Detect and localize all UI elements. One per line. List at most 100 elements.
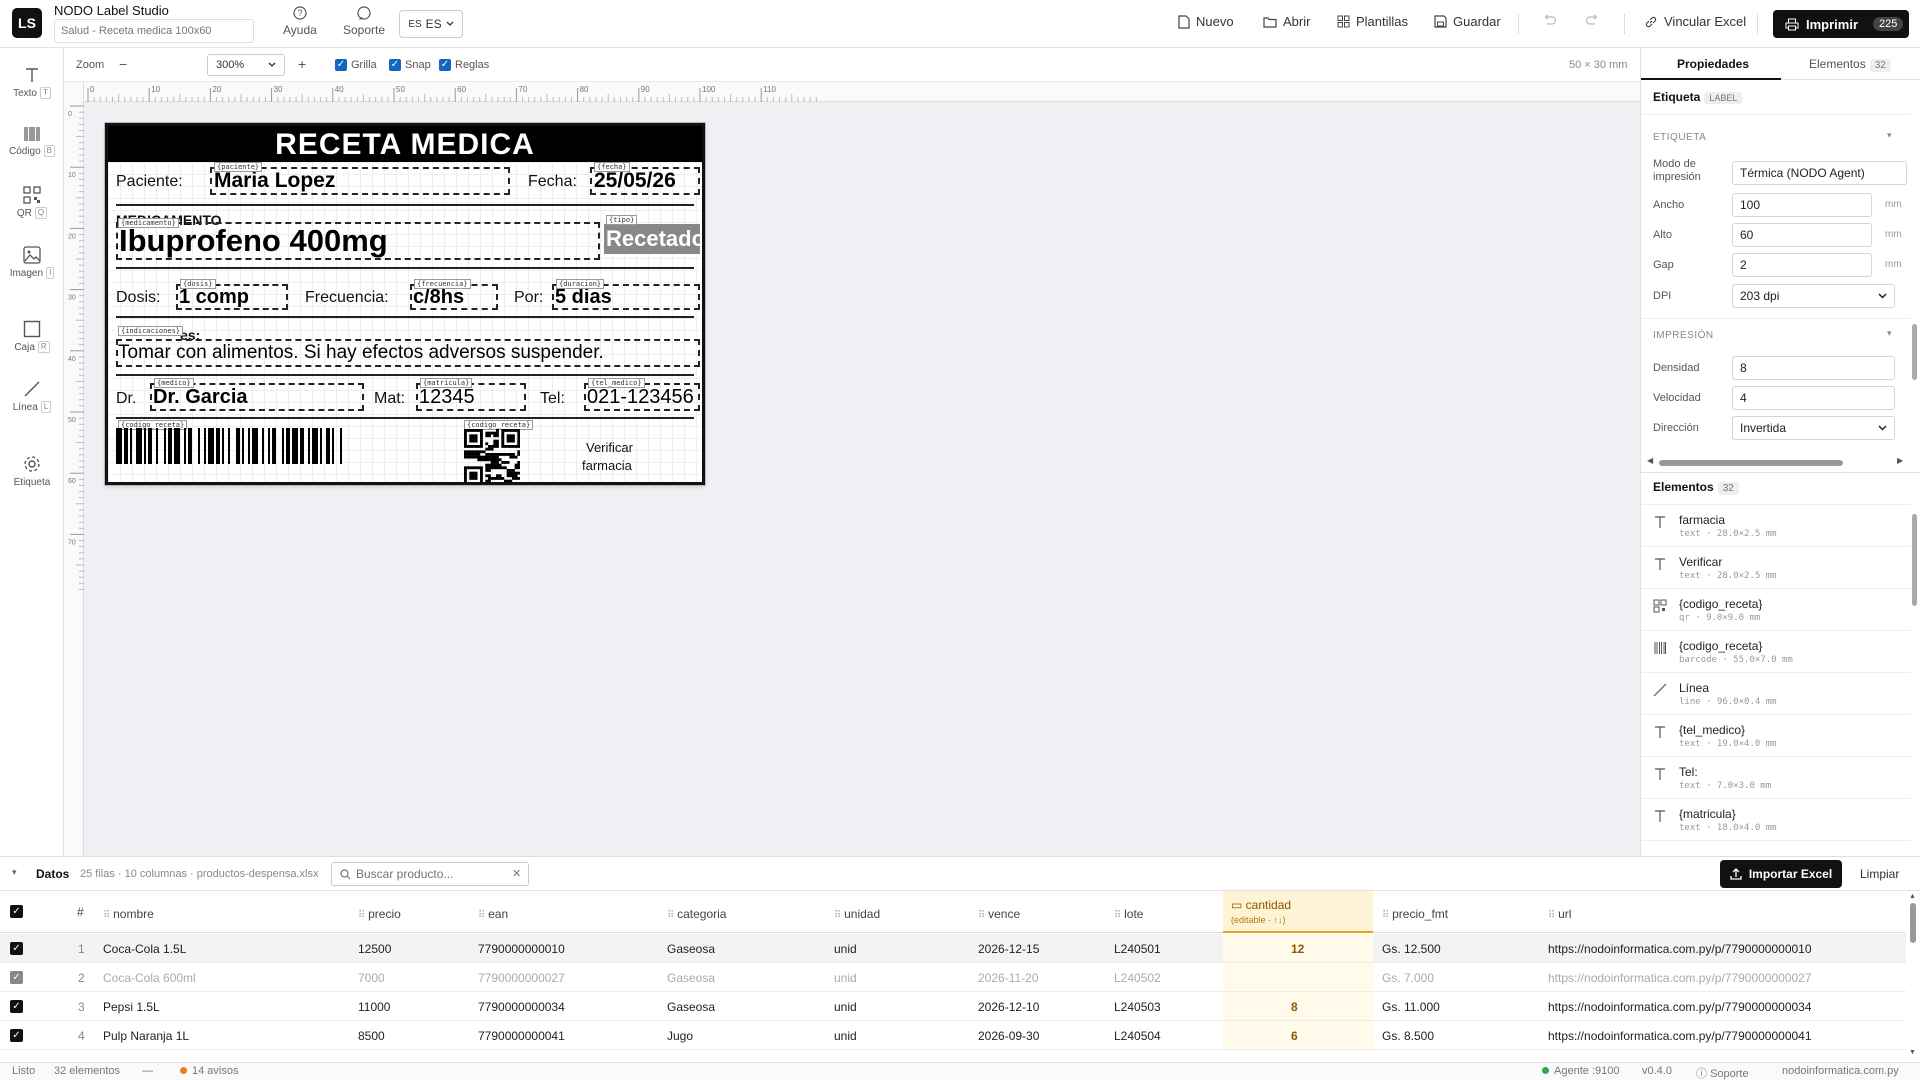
col-header-cantidad[interactable]: ▭ cantidad (editable · ↑↓) [1223, 891, 1373, 933]
table-scrollbar[interactable]: ▲ ▼ [1908, 893, 1918, 1061]
divider-line[interactable] [116, 316, 694, 318]
element-list-item[interactable]: {tel_medico} text · 19.0×4.0 mm [1641, 715, 1911, 757]
element-list-item[interactable]: farmacia text · 28.0×2.5 mm [1641, 505, 1911, 547]
collapse-toggle[interactable]: ▾ [12, 867, 17, 878]
col-header-url[interactable]: ⠿ url [1548, 907, 1571, 921]
element-list-item[interactable]: Mat: [1641, 841, 1911, 850]
gap-input[interactable]: 2 [1732, 253, 1872, 277]
farmacia-text[interactable]: farmacia [582, 458, 632, 473]
row-checkbox[interactable]: ✓ [10, 1000, 23, 1013]
element-list-item[interactable]: {codigo_receta} qr · 9.0×9.0 mm [1641, 589, 1911, 631]
search-input[interactable] [356, 866, 506, 882]
row-checkbox[interactable]: ✓ [10, 971, 23, 984]
import-excel-button[interactable]: Importar Excel [1720, 860, 1842, 888]
section-impresion[interactable]: IMPRESIÓN [1653, 330, 1714, 341]
dpi-select[interactable]: 203 dpi [1732, 284, 1895, 308]
tool-line[interactable]: Línea L [0, 380, 64, 413]
cantidad-cell[interactable]: 8 [1223, 992, 1373, 1020]
element-list-item[interactable]: Tel: text · 7.0×3.0 mm [1641, 757, 1911, 799]
elements-scrollbar[interactable] [1911, 506, 1919, 846]
tool-label-settings[interactable]: Etiqueta [0, 454, 64, 488]
fecha-label[interactable]: Fecha: [528, 173, 577, 191]
col-header-ean[interactable]: ⠿ ean [478, 907, 508, 921]
tab-properties[interactable]: Propiedades [1641, 48, 1781, 80]
tool-text[interactable]: Texto T [0, 66, 64, 99]
col-header-lote[interactable]: ⠿ lote [1114, 907, 1143, 921]
horizontal-scrollbar[interactable]: ◀ ▶ [1645, 456, 1909, 468]
rulers-toggle[interactable]: ✓ Reglas [439, 59, 489, 72]
col-header-precio[interactable]: ⠿ precio [358, 907, 401, 921]
tool-box[interactable]: Caja R [0, 320, 64, 353]
indicaciones-field[interactable]: Tomar con alimentos. Si hay efectos adve… [116, 339, 700, 367]
height-input[interactable]: 60 [1732, 223, 1872, 247]
col-header-nombre[interactable]: ⠿ nombre [103, 907, 154, 921]
element-list-item[interactable]: {matricula} text · 18.0×4.0 mm [1641, 799, 1911, 841]
status-warnings[interactable]: 14 avisos [180, 1065, 238, 1077]
qr-element[interactable] [464, 429, 520, 485]
element-list-item[interactable]: Verificar text · 28.0×2.5 mm [1641, 547, 1911, 589]
table-row[interactable]: ✓ 1 Coca-Cola 1.5L 12500 7790000000010 Gaseos… [0, 934, 1906, 963]
dosis-label[interactable]: Dosis: [116, 289, 160, 307]
table-row[interactable]: ✓ 3 Pepsi 1.5L 11000 7790000000034 Gaseosa uni… [0, 992, 1906, 1021]
support-link[interactable]: ⓘ Soporte [1696, 1065, 1749, 1080]
select-all-checkbox[interactable]: ✓ [10, 905, 23, 918]
divider-line[interactable] [116, 204, 694, 206]
zoom-select[interactable]: 300% [207, 54, 285, 76]
scroll-left-icon[interactable]: ◀ [1647, 456, 1653, 465]
undo-button[interactable] [1543, 14, 1557, 26]
scroll-up-icon[interactable]: ▲ [1909, 893, 1916, 900]
tab-elements[interactable]: Elementos 32 [1781, 48, 1920, 80]
table-row[interactable]: ✓ 4 Pulp Naranja 1L 8500 7790000000041 Jugo un… [0, 1021, 1906, 1050]
project-name-input[interactable] [54, 19, 254, 43]
grid-toggle[interactable]: ✓ Grilla [335, 59, 377, 72]
frecuencia-label[interactable]: Frecuencia: [305, 289, 389, 307]
element-list-item[interactable]: {codigo_receta} barcode · 55.0×7.0 mm [1641, 631, 1911, 673]
open-button[interactable]: Abrir [1263, 14, 1310, 29]
element-list-item[interactable]: Línea line · 96.0×0.4 mm [1641, 673, 1911, 715]
print-mode-select[interactable]: Térmica (NODO Agent) [1732, 161, 1907, 185]
col-header-precio_fmt[interactable]: ⠿ precio_fmt [1382, 907, 1448, 921]
scroll-right-icon[interactable]: ▶ [1897, 456, 1903, 465]
width-input[interactable]: 100 [1732, 193, 1872, 217]
scroll-thumb[interactable] [1912, 324, 1917, 380]
col-header-vence[interactable]: ⠿ vence [978, 907, 1020, 921]
site-link[interactable]: nodoinformatica.com.py [1782, 1065, 1899, 1077]
label-preview[interactable]: RECETA MEDICA Paciente: Maria Lopez {pac… [105, 123, 705, 485]
snap-toggle[interactable]: ✓ Snap [389, 59, 431, 72]
tool-barcode[interactable]: Código B [0, 126, 64, 157]
row-checkbox[interactable]: ✓ [10, 1029, 23, 1042]
tool-image[interactable]: Imagen I [0, 246, 64, 279]
templates-button[interactable]: Plantillas [1337, 14, 1408, 29]
collapse-icon[interactable]: ▾ [1887, 328, 1892, 339]
design-canvas[interactable]: 0 10 20 30 40 50 60 70 80 90 100 110 0 10 20 30 40 50 60 7… [64, 82, 1640, 856]
link-excel-button[interactable]: Vincular Excel [1644, 14, 1746, 29]
paciente-label[interactable]: Paciente: [116, 173, 183, 191]
medicamento-field[interactable]: Ibuprofeno 400mg [116, 222, 600, 260]
cantidad-cell[interactable] [1223, 963, 1373, 991]
properties-scrollbar[interactable] [1911, 84, 1919, 494]
cantidad-cell[interactable]: 6 [1223, 1021, 1373, 1049]
help-button[interactable]: ? Ayuda [283, 6, 317, 37]
tool-qr[interactable]: QR Q [0, 186, 64, 219]
barcode-element[interactable] [116, 428, 448, 470]
language-select[interactable]: ES ES [399, 10, 463, 38]
clear-button[interactable]: Limpiar [1860, 867, 1899, 881]
scroll-thumb[interactable] [1910, 903, 1916, 943]
print-button[interactable]: Imprimir 225 [1773, 10, 1909, 38]
search-box[interactable]: ✕ [331, 862, 529, 886]
zoom-out-button[interactable]: − [119, 56, 127, 72]
zoom-in-button[interactable]: + [298, 56, 306, 72]
divider-line[interactable] [116, 374, 694, 376]
support-button[interactable]: Soporte [343, 6, 385, 37]
mat-label[interactable]: Mat: [374, 390, 405, 408]
col-header-unidad[interactable]: ⠿ unidad [834, 907, 880, 921]
redo-button[interactable] [1585, 14, 1599, 26]
clear-search-icon[interactable]: ✕ [512, 867, 521, 880]
collapse-icon[interactable]: ▾ [1887, 130, 1892, 141]
label-title[interactable]: RECETA MEDICA [108, 126, 702, 162]
section-etiqueta[interactable]: ETIQUETA [1653, 132, 1706, 143]
direction-select[interactable]: Invertida [1732, 416, 1895, 440]
por-label[interactable]: Por: [514, 289, 543, 307]
verificar-text[interactable]: Verificar [586, 440, 633, 455]
divider-line[interactable] [116, 417, 694, 419]
